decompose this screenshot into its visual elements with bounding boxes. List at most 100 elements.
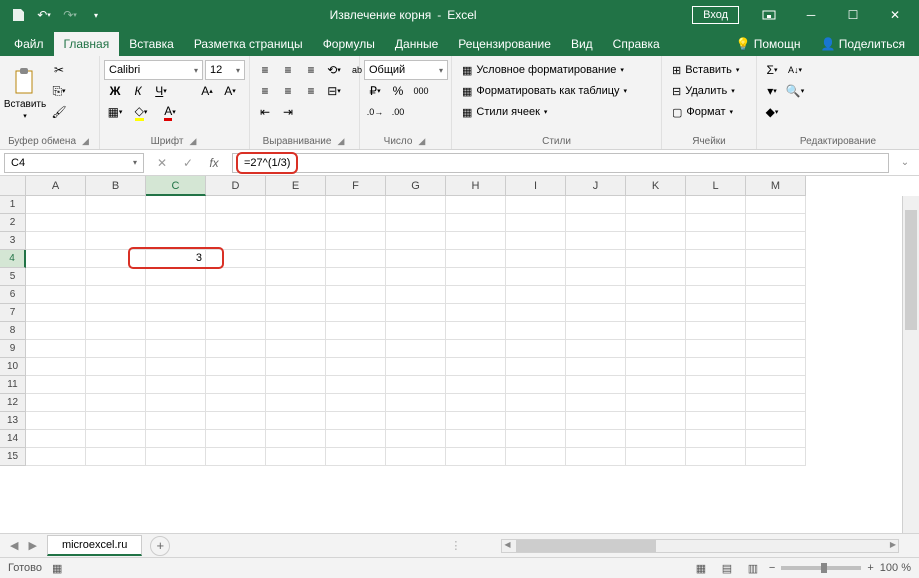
cell[interactable]: [266, 430, 326, 448]
cell[interactable]: [86, 358, 146, 376]
cell[interactable]: [686, 214, 746, 232]
cell[interactable]: [506, 214, 566, 232]
cell[interactable]: [26, 304, 86, 322]
cell[interactable]: [146, 358, 206, 376]
font-name-combo[interactable]: Calibri▾: [104, 60, 203, 80]
row-header[interactable]: 8: [0, 322, 26, 340]
cell[interactable]: [566, 286, 626, 304]
cell[interactable]: [326, 340, 386, 358]
cell[interactable]: [626, 340, 686, 358]
decrease-indent-icon[interactable]: ⇤: [254, 102, 276, 122]
cell[interactable]: [266, 232, 326, 250]
format-painter-icon[interactable]: 🖌: [48, 102, 70, 122]
close-icon[interactable]: ✕: [875, 0, 915, 30]
cell[interactable]: [566, 358, 626, 376]
cell[interactable]: [746, 214, 806, 232]
clear-icon[interactable]: ◆▾: [761, 102, 783, 122]
cell[interactable]: [686, 304, 746, 322]
cell[interactable]: [686, 358, 746, 376]
cell[interactable]: [686, 430, 746, 448]
cell[interactable]: [26, 430, 86, 448]
font-color-icon[interactable]: A▾: [156, 102, 184, 122]
number-launcher-icon[interactable]: ◢: [416, 136, 427, 147]
maximize-icon[interactable]: ☐: [833, 0, 873, 30]
cell[interactable]: [266, 322, 326, 340]
cell[interactable]: [386, 430, 446, 448]
cell[interactable]: [386, 250, 446, 268]
cell[interactable]: [446, 322, 506, 340]
cell[interactable]: [386, 286, 446, 304]
cell[interactable]: [206, 376, 266, 394]
cell[interactable]: [686, 412, 746, 430]
cell[interactable]: [686, 268, 746, 286]
cell[interactable]: [146, 214, 206, 232]
cell[interactable]: [266, 250, 326, 268]
cell[interactable]: [86, 412, 146, 430]
cell[interactable]: [566, 376, 626, 394]
cell[interactable]: [506, 286, 566, 304]
cell[interactable]: [446, 304, 506, 322]
currency-icon[interactable]: ₽▾: [364, 81, 386, 101]
column-header[interactable]: A: [26, 176, 86, 196]
cell[interactable]: [266, 268, 326, 286]
cell[interactable]: [446, 268, 506, 286]
cell[interactable]: [326, 430, 386, 448]
sheet-nav-prev-icon[interactable]: ◀: [6, 539, 22, 552]
cell[interactable]: [206, 430, 266, 448]
cell[interactable]: [266, 394, 326, 412]
column-header[interactable]: B: [86, 176, 146, 196]
font-launcher-icon[interactable]: ◢: [187, 136, 198, 147]
column-header[interactable]: L: [686, 176, 746, 196]
cell[interactable]: [686, 250, 746, 268]
cell[interactable]: [626, 376, 686, 394]
cell[interactable]: [266, 376, 326, 394]
row-header[interactable]: 12: [0, 394, 26, 412]
cell[interactable]: [746, 286, 806, 304]
cell[interactable]: [326, 214, 386, 232]
cell[interactable]: [626, 214, 686, 232]
row-header[interactable]: 14: [0, 430, 26, 448]
cell[interactable]: [86, 304, 146, 322]
cell[interactable]: [446, 376, 506, 394]
minimize-icon[interactable]: ─: [791, 0, 831, 30]
cell[interactable]: [626, 394, 686, 412]
cut-icon[interactable]: ✂: [48, 60, 70, 80]
underline-icon[interactable]: Ч▾: [150, 81, 172, 101]
cell[interactable]: [506, 196, 566, 214]
cell[interactable]: [446, 232, 506, 250]
vertical-scrollbar[interactable]: [902, 196, 919, 533]
cell[interactable]: [86, 430, 146, 448]
cell[interactable]: [686, 340, 746, 358]
enter-formula-icon[interactable]: ✓: [176, 153, 200, 173]
cell[interactable]: [686, 232, 746, 250]
decrease-font-icon[interactable]: A▾: [219, 81, 241, 101]
cell[interactable]: [86, 394, 146, 412]
qat-customize-icon[interactable]: ▾: [84, 3, 108, 27]
cell[interactable]: [446, 196, 506, 214]
tab-data[interactable]: Данные: [385, 32, 448, 56]
cell[interactable]: [386, 196, 446, 214]
align-bottom-icon[interactable]: ≡: [300, 60, 322, 80]
cell[interactable]: [746, 376, 806, 394]
cell[interactable]: [746, 268, 806, 286]
cell[interactable]: [506, 268, 566, 286]
cell[interactable]: [26, 268, 86, 286]
macro-record-icon[interactable]: ▦: [52, 562, 62, 575]
cell[interactable]: [506, 322, 566, 340]
clipboard-launcher-icon[interactable]: ◢: [80, 136, 91, 147]
cell[interactable]: [446, 448, 506, 466]
cell[interactable]: [746, 232, 806, 250]
tab-formulas[interactable]: Формулы: [313, 32, 385, 56]
cell[interactable]: [626, 250, 686, 268]
cell[interactable]: [446, 430, 506, 448]
cell[interactable]: [206, 214, 266, 232]
cell[interactable]: [446, 250, 506, 268]
align-right-icon[interactable]: ≡: [300, 81, 322, 101]
borders-icon[interactable]: ▦▾: [104, 102, 126, 122]
align-left-icon[interactable]: ≡: [254, 81, 276, 101]
fill-color-icon[interactable]: ◇▾: [127, 102, 155, 122]
cell[interactable]: [146, 430, 206, 448]
italic-icon[interactable]: К: [127, 81, 149, 101]
cell[interactable]: [566, 214, 626, 232]
cell[interactable]: [146, 340, 206, 358]
